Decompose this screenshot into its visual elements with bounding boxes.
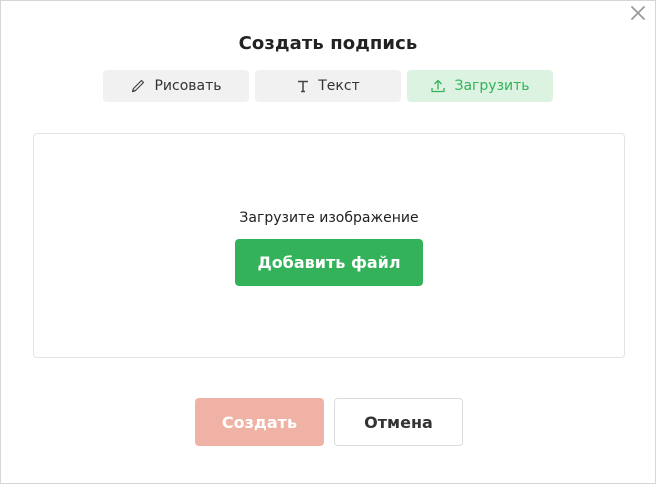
- signature-mode-tabs: Рисовать Текст Загрузить: [103, 70, 553, 102]
- create-signature-dialog: Создать подпись Рисовать Текст Загрузить…: [0, 0, 656, 484]
- text-icon: [296, 79, 310, 93]
- add-file-button[interactable]: Добавить файл: [235, 239, 423, 286]
- create-button[interactable]: Создать: [195, 398, 324, 446]
- tab-text[interactable]: Текст: [255, 70, 401, 102]
- upload-prompt: Загрузите изображение: [239, 210, 419, 226]
- pen-icon: [130, 78, 146, 94]
- cancel-button[interactable]: Отмена: [334, 398, 463, 446]
- tab-upload[interactable]: Загрузить: [407, 70, 553, 102]
- upload-dropzone[interactable]: Загрузите изображение Добавить файл: [33, 133, 625, 358]
- close-icon[interactable]: [629, 4, 647, 22]
- tab-text-label: Текст: [318, 78, 360, 94]
- tab-draw[interactable]: Рисовать: [103, 70, 249, 102]
- tab-draw-label: Рисовать: [154, 78, 222, 94]
- upload-icon: [430, 78, 446, 94]
- tab-upload-label: Загрузить: [454, 78, 530, 94]
- dialog-title: Создать подпись: [238, 33, 418, 54]
